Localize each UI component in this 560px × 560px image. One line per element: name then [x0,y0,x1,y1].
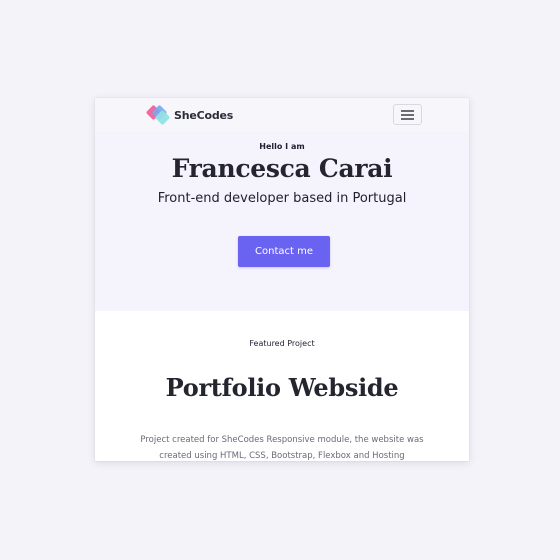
featured-label: Featured Project [249,339,315,348]
navbar: SheCodes [95,98,469,132]
brand-link[interactable]: SheCodes [145,104,234,126]
navbar-toggle-button[interactable] [393,104,422,125]
hero-tagline: Front-end developer based in Portugal [157,191,407,206]
browser-viewport: SheCodes Hello I am Francesca Carai Fron… [95,98,469,461]
hero-name: Francesca Carai [171,154,393,183]
hamburger-menu-icon [401,110,414,112]
project-title: Portfolio Webside [165,373,399,402]
project-description: Project created for SheCodes Responsive … [140,435,424,461]
shecodes-logo-icon [145,104,171,126]
featured-project-section: Featured Project Portfolio Webside Proje… [95,311,469,461]
hero-greeting: Hello I am [259,142,305,151]
contact-me-button[interactable]: Contact me [238,236,330,267]
hero-section: Hello I am Francesca Carai Front-end dev… [95,132,469,311]
brand-name: SheCodes [174,108,234,122]
